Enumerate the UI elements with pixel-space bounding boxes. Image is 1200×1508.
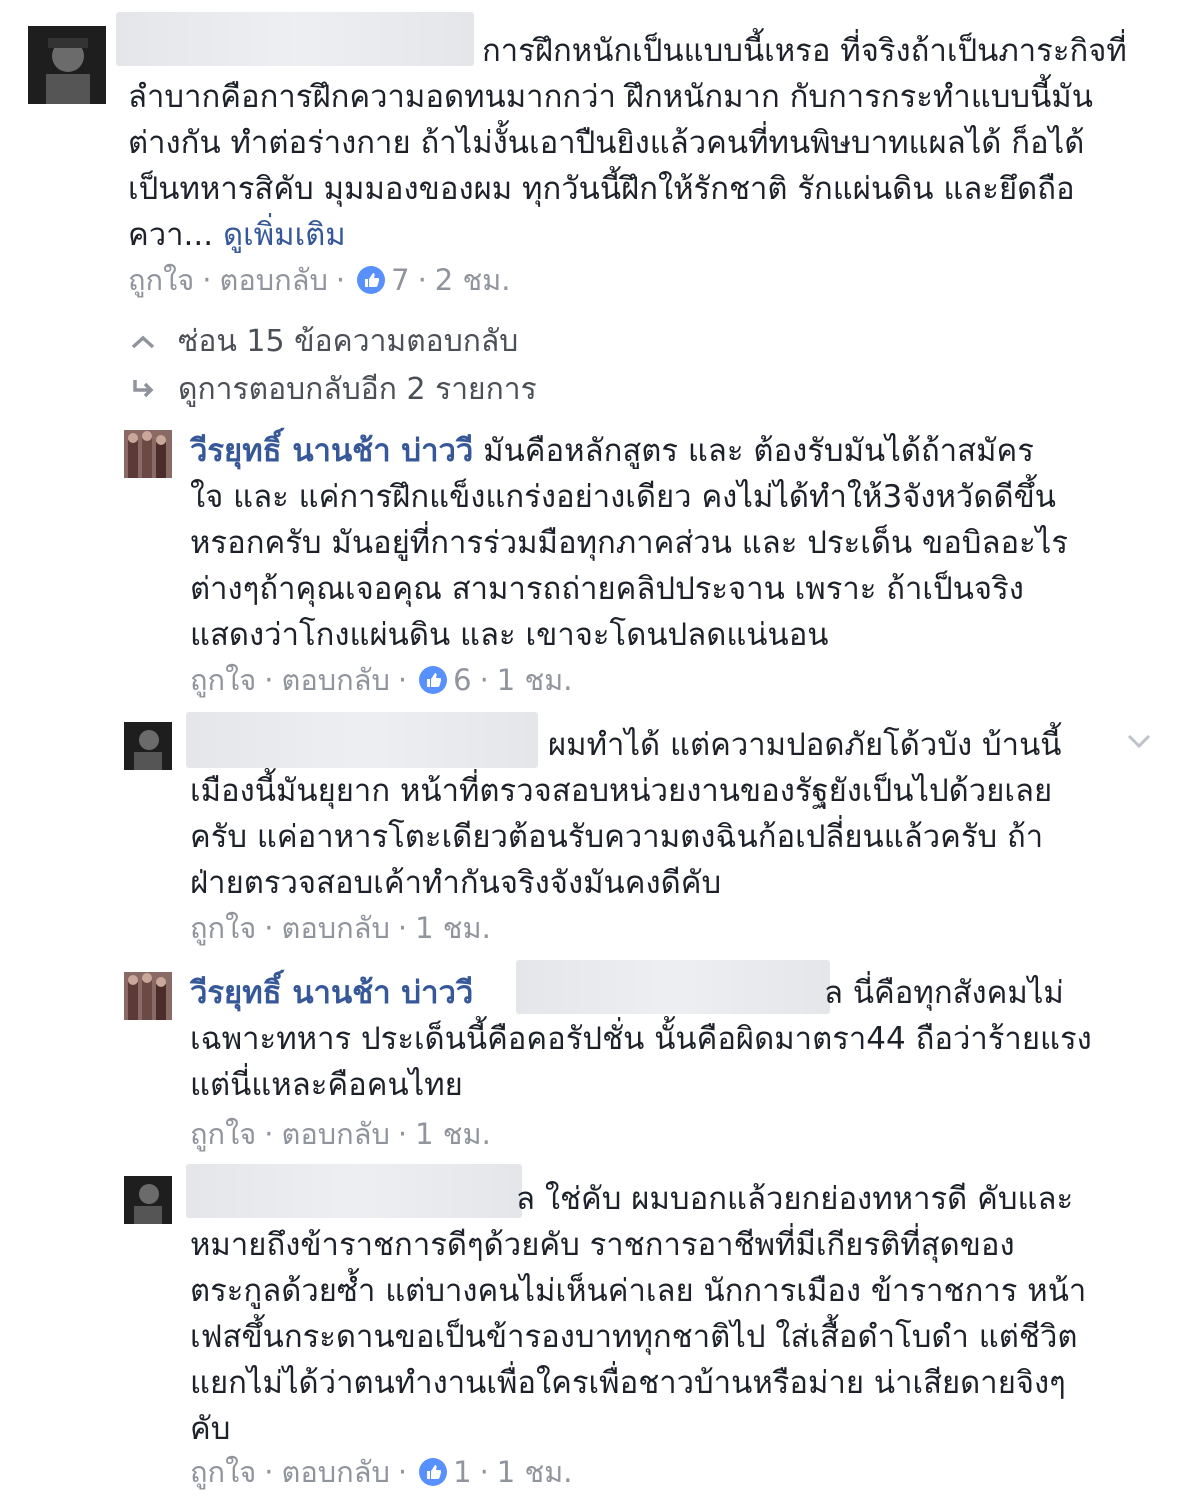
hide-replies-link[interactable]: ซ่อน 15 ข้อความตอบกลับ xyxy=(128,322,518,362)
separator: · xyxy=(479,1455,489,1489)
commenter-avatar[interactable] xyxy=(28,26,106,104)
timestamp[interactable]: 1 ชม. xyxy=(497,662,573,698)
timestamp[interactable]: 1 ชม. xyxy=(415,910,491,946)
reply-avatar[interactable] xyxy=(124,972,172,1020)
reply-author-name-redacted xyxy=(186,712,538,768)
reaction-count[interactable]: 6 xyxy=(419,662,472,698)
reply-link[interactable]: ตอบกลับ xyxy=(282,1454,390,1490)
separator: · xyxy=(397,1117,408,1151)
like-link[interactable]: ถูกใจ xyxy=(190,1454,256,1490)
reply-link[interactable]: ตอบกลับ xyxy=(282,910,390,946)
commenter-name-redacted xyxy=(116,12,474,66)
reply-text-first-line: ผมทำได้ แต่ความปอดภัยโด้วบัง บ้านนี้ xyxy=(548,727,1062,763)
chevron-up-icon xyxy=(128,327,158,357)
separator: · xyxy=(202,263,212,297)
reply-arrow-icon xyxy=(128,375,158,405)
more-replies-label: ดูการตอบกลับอีก 2 รายการ xyxy=(178,372,537,407)
reply-link[interactable]: ตอบกลับ xyxy=(282,1116,390,1152)
separator: · xyxy=(264,1455,274,1489)
reply-text: เฉพาะทหาร ประเด็นนี้คือคอรัปชั่น นั้นคือ… xyxy=(190,1021,1092,1103)
reply-author-name-redacted xyxy=(186,1164,522,1218)
reaction-count[interactable]: 7 xyxy=(357,262,410,298)
reply-avatar[interactable] xyxy=(124,722,172,770)
hide-replies-label: ซ่อน 15 ข้อความตอบกลับ xyxy=(178,324,519,359)
reply-actions: ถูกใจ · ตอบกลับ · 1 ชม. xyxy=(190,1116,491,1152)
reply-text: วีรยุทธิ์ นานช้า บ่าววี มันคือหลักสูตร แ… xyxy=(190,428,1180,658)
reply-author-name[interactable]: วีรยุทธิ์ นานช้า บ่าววี xyxy=(190,970,473,1016)
separator: · xyxy=(397,911,408,945)
separator: · xyxy=(264,911,274,945)
like-link[interactable]: ถูกใจ xyxy=(190,1116,256,1152)
more-replies-link[interactable]: ดูการตอบกลับอีก 2 รายการ xyxy=(128,370,537,410)
comment-actions: ถูกใจ · ตอบกลับ · 7 · 2 ชม. xyxy=(128,262,510,298)
reply-text: เมืองนี้มันยุยาก หน้าที่ตรวจสอบหน่วยงานข… xyxy=(190,773,1053,901)
reply-actions: ถูกใจ · ตอบกลับ · 1 · 1 ชม. xyxy=(190,1454,572,1490)
chevron-down-icon[interactable] xyxy=(1122,724,1156,758)
reply-actions: ถูกใจ · ตอบกลับ · 1 ชม. xyxy=(190,910,491,946)
reply-avatar[interactable] xyxy=(124,1176,172,1224)
reply-text-first: มันคือหลักสูตร และ ต้องรับมันได้ถ้าสมัคร xyxy=(473,433,1034,469)
timestamp[interactable]: 1 ชม. xyxy=(415,1116,491,1152)
reply-actions: ถูกใจ · ตอบกลับ · 6 · 1 ชม. xyxy=(190,662,572,698)
like-icon xyxy=(419,666,448,694)
reply-text-rest: ใจ และ แค่การฝึกแข็งแกร่งอย่างเดียว คงไม… xyxy=(190,479,1068,653)
comment-text-first-line: การฝึกหนักเป็นแบบนี้เหรอ ที่จริงถ้าเป็นภ… xyxy=(482,33,1127,69)
separator: · xyxy=(397,1455,408,1489)
reply-text-first-line: ล ใช่คับ ผมบอกแล้วยกย่องทหารดี คับและ xyxy=(516,1181,1074,1217)
reaction-number: 7 xyxy=(391,263,410,297)
reply-text: หมายถึงข้าราชการดีๆด้วยคับ ราชการอาชีพที… xyxy=(190,1227,1087,1447)
reply-avatar[interactable] xyxy=(124,430,172,478)
separator: · xyxy=(264,1117,274,1151)
see-more-link[interactable]: ดูเพิ่มเติม xyxy=(223,217,346,253)
like-icon xyxy=(419,1458,448,1486)
separator: · xyxy=(335,263,346,297)
timestamp[interactable]: 2 ชม. xyxy=(435,262,511,298)
separator: · xyxy=(397,663,408,697)
separator: · xyxy=(417,263,427,297)
reaction-number: 6 xyxy=(453,663,472,697)
comment-text: ลำบากคือการฝึกความอดทนมากกว่า ฝึกหนักมาก… xyxy=(128,74,1188,258)
separator: · xyxy=(264,663,274,697)
like-link[interactable]: ถูกใจ xyxy=(190,662,256,698)
reaction-count[interactable]: 1 xyxy=(419,1454,472,1490)
like-icon xyxy=(357,266,386,294)
reply-author-name[interactable]: วีรยุทธิ์ นานช้า บ่าววี xyxy=(190,433,473,469)
mentioned-name-redacted xyxy=(516,960,830,1014)
timestamp[interactable]: 1 ชม. xyxy=(497,1454,573,1490)
reaction-number: 1 xyxy=(453,1455,472,1489)
like-link[interactable]: ถูกใจ xyxy=(128,262,194,298)
reply-link[interactable]: ตอบกลับ xyxy=(282,662,390,698)
reply-text-first-line: ล นี่คือทุกสังคมไม่ xyxy=(824,975,1064,1011)
like-link[interactable]: ถูกใจ xyxy=(190,910,256,946)
reply-link[interactable]: ตอบกลับ xyxy=(220,262,328,298)
separator: · xyxy=(479,663,489,697)
